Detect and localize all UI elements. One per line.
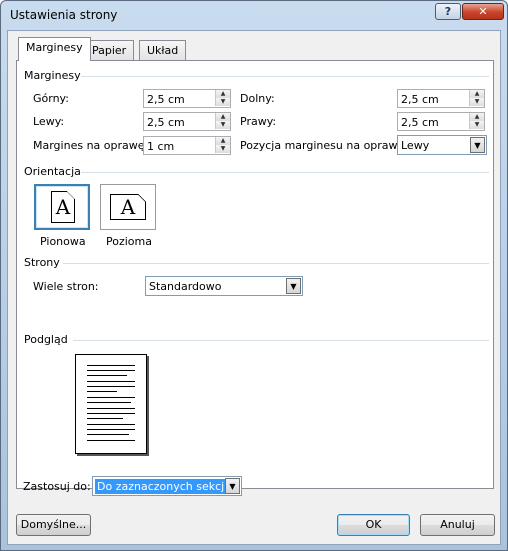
multiple-pages-select[interactable]: Standardowo ▼ [145, 276, 303, 296]
spin-down-icon[interactable]: ▼ [215, 98, 230, 106]
landscape-orientation-button[interactable]: A [100, 184, 156, 230]
apply-to-label: Zastosuj do: [23, 480, 91, 493]
multiple-pages-value: Standardowo [149, 280, 222, 293]
left-margin-label: Lewy: [33, 115, 65, 128]
portrait-orientation-button[interactable]: A [34, 184, 90, 230]
default-button[interactable]: Domyślne... [16, 514, 91, 536]
gutter-position-label: Pozycja marginesu na oprawę: [240, 139, 409, 152]
landscape-glyph: A [120, 195, 136, 219]
cancel-button[interactable]: Anuluj [420, 514, 495, 536]
spin-down-icon[interactable]: ▼ [215, 145, 230, 153]
top-margin-spinner[interactable]: 2,5 cm ▲ ▼ [143, 89, 231, 108]
right-margin-spinner[interactable]: 2,5 cm ▲ ▼ [397, 112, 485, 131]
right-margin-label: Prawy: [240, 115, 277, 128]
bottom-margin-spinner[interactable]: 2,5 cm ▲ ▼ [397, 89, 485, 108]
section-divider [81, 172, 489, 173]
spin-up-icon[interactable]: ▲ [215, 137, 230, 145]
question-icon: ? [444, 5, 452, 18]
dialog-body: Marginesy Papier Układ Marginesy Górny: … [7, 30, 501, 545]
spin-down-icon[interactable]: ▼ [469, 121, 484, 129]
pages-section-title: Strony [24, 256, 60, 269]
section-divider [63, 263, 489, 264]
gutter-value[interactable]: 1 cm [147, 140, 174, 153]
top-margin-label: Górny: [33, 92, 69, 105]
portrait-page-icon: A [51, 191, 75, 223]
spin-up-icon[interactable]: ▲ [469, 113, 484, 121]
dropdown-arrow-icon[interactable]: ▼ [286, 278, 301, 294]
gutter-position-value: Lewy [401, 139, 430, 152]
tab-label: Marginesy [26, 41, 83, 54]
ok-button[interactable]: OK [337, 514, 410, 536]
dropdown-arrow-icon[interactable]: ▼ [225, 478, 240, 494]
multiple-pages-label: Wiele stron: [33, 280, 99, 293]
dialog-window: Ustawienia strony ? ✕ Marginesy Papier U… [0, 0, 508, 551]
spin-down-icon[interactable]: ▼ [215, 121, 230, 129]
dropdown-arrow-icon[interactable]: ▼ [470, 137, 485, 153]
tab-label: Papier [92, 44, 127, 57]
tab-label: Układ [147, 44, 179, 57]
spin-up-icon[interactable]: ▲ [215, 113, 230, 121]
gutter-position-select[interactable]: Lewy ▼ [397, 135, 487, 155]
preview-section-title: Podgląd [24, 333, 68, 346]
tab-marginesy[interactable]: Marginesy [18, 37, 91, 61]
window-title: Ustawienia strony [10, 8, 118, 22]
tab-uklad[interactable]: Układ [139, 40, 187, 60]
margins-section-title: Marginesy [24, 69, 81, 82]
page-preview [75, 354, 147, 454]
close-button[interactable]: ✕ [462, 3, 504, 20]
top-margin-value[interactable]: 2,5 cm [147, 93, 185, 106]
spin-up-icon[interactable]: ▲ [469, 90, 484, 98]
spin-down-icon[interactable]: ▼ [469, 98, 484, 106]
landscape-label: Pozioma [106, 235, 152, 248]
landscape-page-icon: A [110, 194, 146, 220]
portrait-label: Pionowa [40, 235, 86, 248]
title-bar[interactable]: Ustawienia strony ? ✕ [1, 1, 507, 29]
close-icon: ✕ [478, 5, 488, 18]
right-margin-value[interactable]: 2,5 cm [401, 116, 439, 129]
bottom-margin-value[interactable]: 2,5 cm [401, 93, 439, 106]
gutter-label: Margines na oprawę: [33, 139, 149, 152]
spin-up-icon[interactable]: ▲ [215, 90, 230, 98]
help-button[interactable]: ? [435, 3, 461, 20]
left-margin-value[interactable]: 2,5 cm [147, 116, 185, 129]
tab-papier[interactable]: Papier [84, 40, 135, 60]
left-margin-spinner[interactable]: 2,5 cm ▲ ▼ [143, 112, 231, 131]
gutter-spinner[interactable]: 1 cm ▲ ▼ [143, 136, 231, 155]
tab-panel: Marginesy Górny: 2,5 cm ▲ ▼ Dolny: 2,5 cm… [16, 60, 494, 489]
orientation-section-title: Orientacja [24, 165, 81, 178]
apply-to-value: Do zaznaczonych sekcji [95, 479, 230, 494]
apply-to-select[interactable]: Do zaznaczonych sekcji ▼ [92, 476, 242, 496]
bottom-margin-label: Dolny: [240, 92, 275, 105]
section-divider [81, 76, 489, 77]
section-divider [73, 340, 489, 341]
